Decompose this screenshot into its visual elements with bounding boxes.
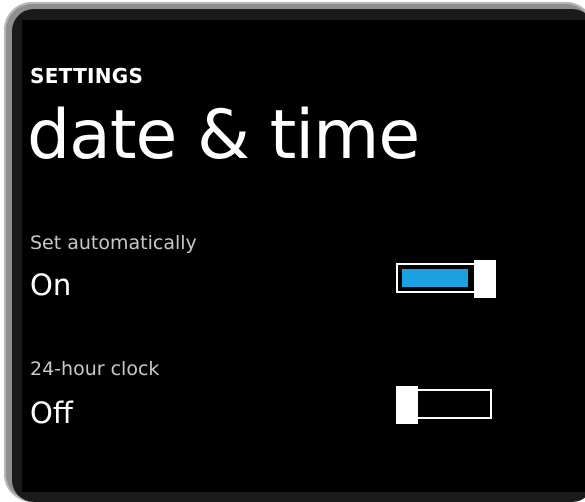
- set-automatically-label: Set automatically: [30, 232, 197, 254]
- toggle-fill: [402, 269, 468, 287]
- toggle-thumb[interactable]: [474, 260, 496, 298]
- set-automatically-value: On: [30, 268, 72, 302]
- page-title: date & time: [27, 96, 420, 175]
- 24-hour-clock-value: Off: [30, 396, 73, 430]
- toggle-thumb[interactable]: [396, 386, 418, 424]
- 24-hour-clock-toggle[interactable]: [396, 386, 496, 424]
- 24-hour-clock-label: 24-hour clock: [30, 358, 160, 380]
- set-automatically-toggle[interactable]: [396, 260, 496, 298]
- app-title: SETTINGS: [30, 64, 144, 88]
- settings-screen: [22, 20, 585, 492]
